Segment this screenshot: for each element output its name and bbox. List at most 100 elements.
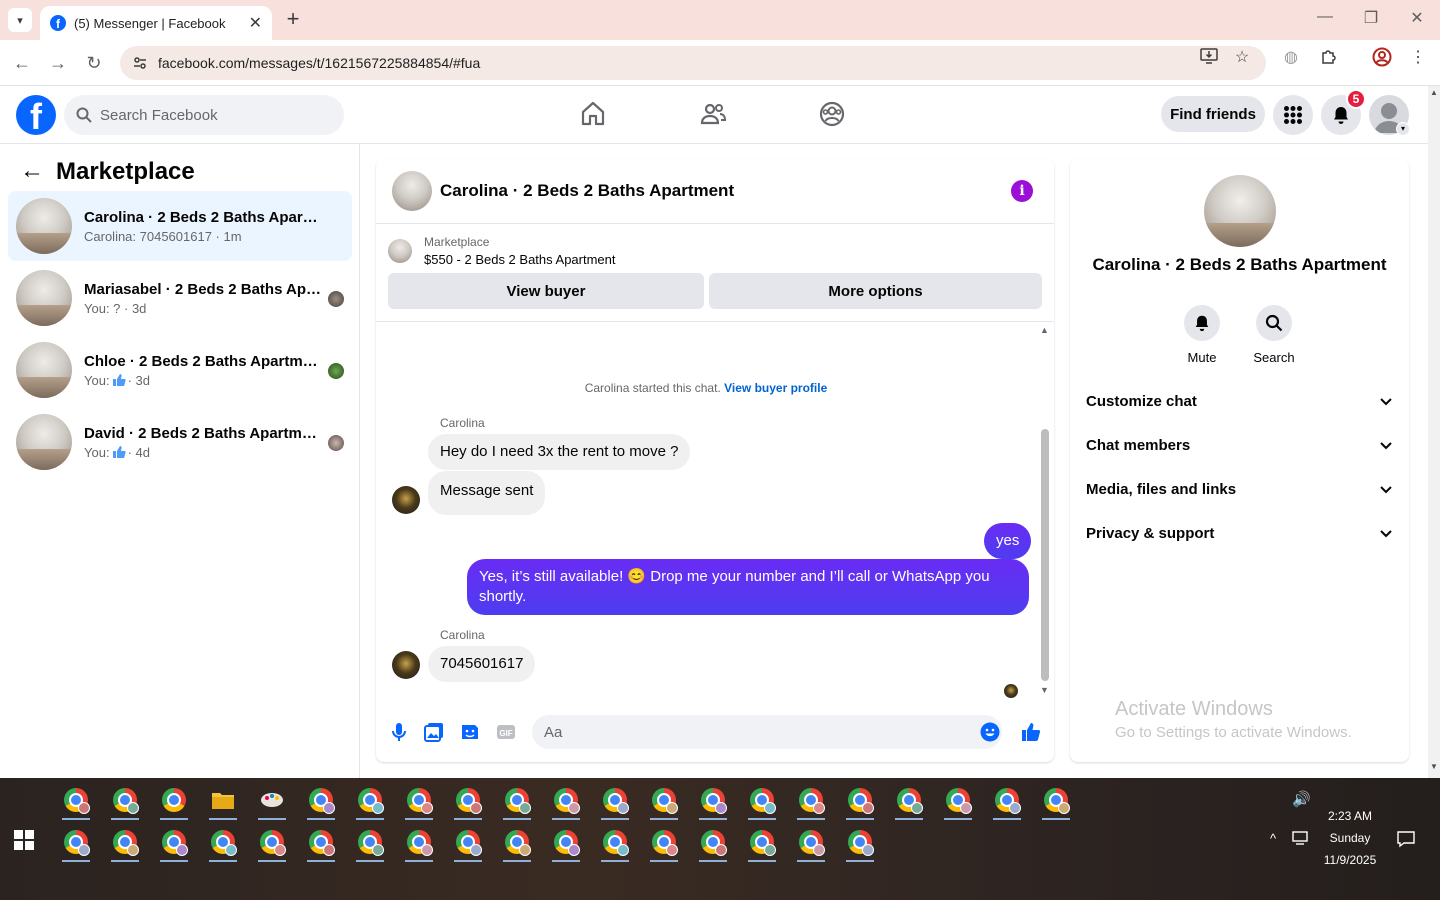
chrome-window-icon[interactable] <box>1036 780 1076 820</box>
chrome-window-icon[interactable] <box>742 780 782 820</box>
chrome-window-icon[interactable] <box>203 822 243 862</box>
chrome-window-icon[interactable] <box>595 822 635 862</box>
chrome-window-icon[interactable] <box>448 780 488 820</box>
microphone-icon[interactable] <box>388 721 410 743</box>
chrome-window-icon[interactable] <box>448 822 488 862</box>
chrome-window-icon[interactable] <box>105 822 145 862</box>
find-friends-button[interactable]: Find friends <box>1161 96 1265 132</box>
chrome-window-icon[interactable] <box>154 822 194 862</box>
browser-menu-icon[interactable]: ⋮ <box>1407 47 1429 69</box>
chrome-window-icon[interactable] <box>644 822 684 862</box>
chrome-window-icon[interactable] <box>595 780 635 820</box>
chrome-window-icon[interactable] <box>301 780 341 820</box>
thumbs-up-send-icon[interactable] <box>1020 721 1042 743</box>
chrome-window-icon[interactable] <box>497 822 537 862</box>
page-scrollbar[interactable]: ▲ ▼ <box>1428 86 1440 778</box>
chrome-window-icon[interactable] <box>791 780 831 820</box>
photo-icon[interactable] <box>423 721 445 743</box>
incoming-message[interactable]: Message sent <box>428 471 546 515</box>
install-app-icon[interactable] <box>1198 47 1220 69</box>
customize-chat-section[interactable]: Customize chat <box>1086 383 1393 419</box>
message-input[interactable]: Aa <box>532 715 1002 749</box>
back-arrow-icon[interactable]: ← <box>20 159 44 184</box>
chrome-window-icon[interactable] <box>889 780 929 820</box>
scroll-up-arrow-icon[interactable]: ▲ <box>1040 325 1049 335</box>
chrome-window-icon[interactable] <box>154 780 194 820</box>
notification-center-icon[interactable] <box>1396 830 1416 851</box>
chrome-window-icon[interactable] <box>693 780 733 820</box>
emoji-icon[interactable] <box>980 722 1000 742</box>
privacy-support-section[interactable]: Privacy & support <box>1086 515 1393 551</box>
back-arrow-icon[interactable]: ← <box>10 51 34 75</box>
conversation-item-chloe[interactable]: Chloe · 2 Beds 2 Baths Apartment You: · … <box>8 335 352 405</box>
new-tab-plus-icon[interactable]: + <box>282 8 304 30</box>
tab-search-chevron-icon[interactable]: ▾ <box>8 8 32 32</box>
search-in-chat-button[interactable]: Search <box>1244 305 1304 365</box>
chrome-window-icon[interactable] <box>742 822 782 862</box>
outgoing-message[interactable]: yes <box>984 523 1032 559</box>
chrome-window-icon[interactable] <box>987 780 1027 820</box>
mute-button[interactable]: Mute <box>1172 305 1232 365</box>
groups-icon[interactable] <box>818 100 846 128</box>
chrome-window-icon[interactable] <box>497 780 537 820</box>
facebook-search-input[interactable]: Search Facebook <box>64 95 344 135</box>
scrollbar-thumb[interactable] <box>1041 429 1049 681</box>
reload-icon[interactable]: ↻ <box>82 51 106 75</box>
outgoing-message[interactable]: Yes, it’s still available! 😊 Drop me you… <box>467 559 1029 615</box>
paint-app-icon[interactable] <box>252 780 292 820</box>
chrome-window-icon[interactable] <box>399 822 439 862</box>
more-options-button[interactable]: More options <box>709 273 1042 309</box>
view-buyer-profile-link[interactable]: View buyer profile <box>724 381 827 395</box>
chrome-window-icon[interactable] <box>350 780 390 820</box>
conversation-item-mariasabel[interactable]: Mariasabel · 2 Beds 2 Baths Apa... You: … <box>8 263 352 333</box>
conversation-item-carolina[interactable]: Carolina · 2 Beds 2 Baths Apartment Caro… <box>8 191 352 261</box>
listing-title[interactable]: $550 - 2 Beds 2 Baths Apartment <box>424 252 616 267</box>
tab-close-icon[interactable]: ✕ <box>249 13 262 33</box>
chrome-window-icon[interactable] <box>301 822 341 862</box>
chevron-up-icon[interactable]: ^ <box>1270 831 1276 846</box>
chrome-window-icon[interactable] <box>252 822 292 862</box>
chrome-window-icon[interactable] <box>938 780 978 820</box>
view-buyer-button[interactable]: View buyer <box>388 273 704 309</box>
minimize-icon[interactable]: — <box>1314 8 1336 26</box>
scroll-down-arrow-icon[interactable]: ▼ <box>1430 762 1438 771</box>
chrome-window-icon[interactable] <box>105 780 145 820</box>
sticker-icon[interactable] <box>459 721 481 743</box>
address-bar[interactable]: facebook.com/messages/t/1621567225884854… <box>120 46 1266 80</box>
scroll-down-arrow-icon[interactable]: ▼ <box>1040 685 1049 695</box>
clock-date[interactable]: 11/9/2025 <box>1318 853 1382 867</box>
incoming-message[interactable]: 7045601617 <box>428 646 536 682</box>
chrome-window-icon[interactable] <box>56 780 96 820</box>
chat-members-section[interactable]: Chat members <box>1086 427 1393 463</box>
friends-icon[interactable] <box>699 100 727 128</box>
chat-title[interactable]: Carolina · 2 Beds 2 Baths Apartment <box>440 181 734 201</box>
contact-avatar[interactable] <box>1204 175 1276 247</box>
windows-start-icon[interactable] <box>14 830 34 850</box>
media-files-links-section[interactable]: Media, files and links <box>1086 471 1393 507</box>
close-window-icon[interactable]: ✕ <box>1406 8 1428 28</box>
clock-time[interactable]: 2:23 AM <box>1318 809 1382 823</box>
home-icon[interactable] <box>579 100 607 128</box>
menu-grid-icon[interactable] <box>1273 95 1313 135</box>
file-explorer-icon[interactable] <box>203 780 243 820</box>
chrome-window-icon[interactable] <box>791 822 831 862</box>
chrome-window-icon[interactable] <box>56 822 96 862</box>
bookmark-star-icon[interactable]: ☆ <box>1231 47 1253 69</box>
browser-tab[interactable]: f (5) Messenger | Facebook ✕ <box>40 6 272 40</box>
conversation-info-icon[interactable]: i <box>1011 180 1033 202</box>
chrome-window-icon[interactable] <box>840 780 880 820</box>
chrome-window-icon[interactable] <box>546 822 586 862</box>
clock-day[interactable]: Sunday <box>1318 831 1382 845</box>
browser-profile-icon[interactable] <box>1371 47 1393 69</box>
extensions-puzzle-icon[interactable] <box>1318 47 1340 69</box>
facebook-logo-icon[interactable]: f <box>16 95 56 135</box>
chrome-window-icon[interactable] <box>399 780 439 820</box>
gif-icon[interactable]: GIF <box>495 721 517 743</box>
incoming-message[interactable]: Hey do I need 3x the rent to move ? <box>428 434 691 470</box>
scroll-up-arrow-icon[interactable]: ▲ <box>1430 88 1438 97</box>
site-settings-icon[interactable] <box>130 53 150 73</box>
chrome-window-icon[interactable] <box>840 822 880 862</box>
network-icon[interactable] <box>1292 830 1310 849</box>
conversation-item-david[interactable]: David · 2 Beds 2 Baths Apartment You: · … <box>8 407 352 477</box>
globe-icon[interactable]: ◍ <box>1280 47 1302 69</box>
